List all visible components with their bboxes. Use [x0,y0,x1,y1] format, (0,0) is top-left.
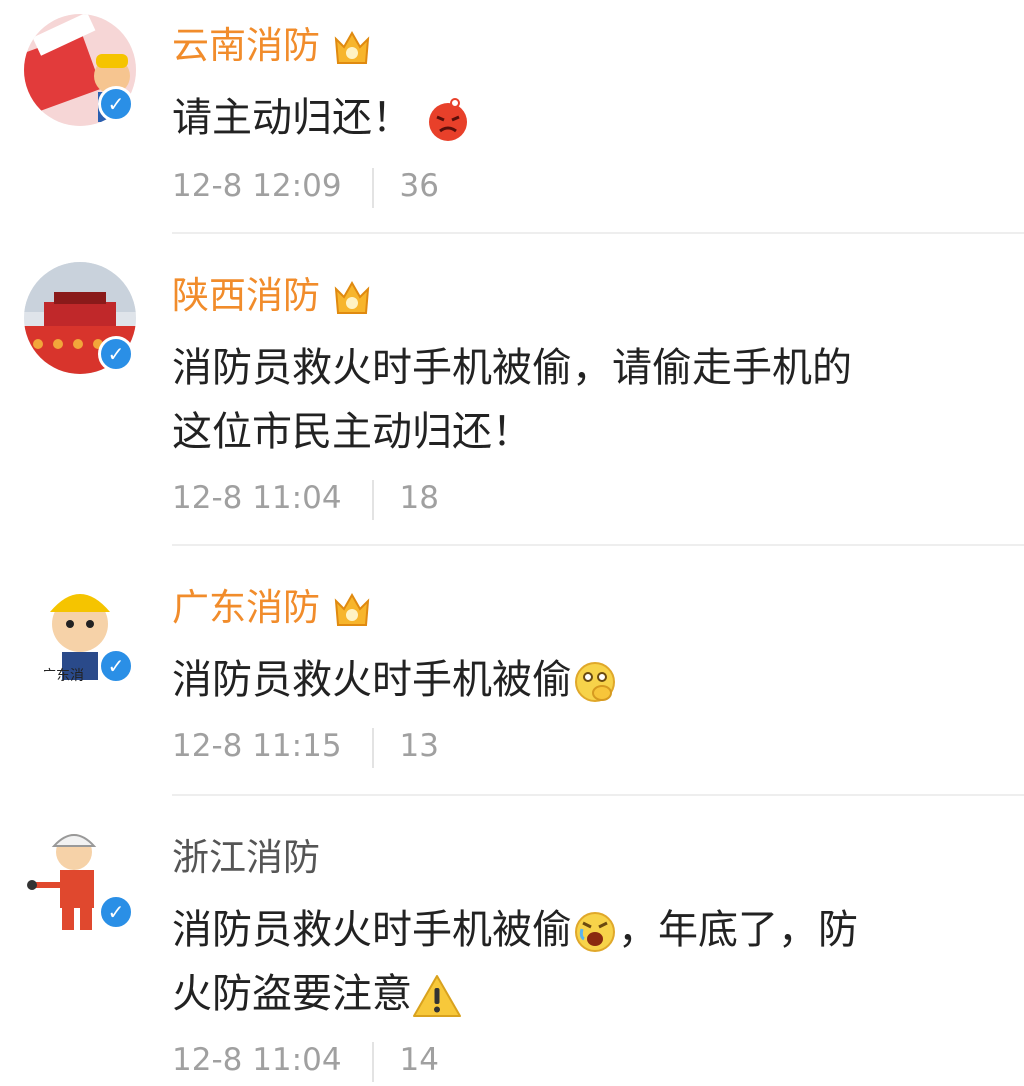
verified-badge-icon: ✓ [98,648,134,684]
comment-time: 12-8 11:04 [172,1042,342,1078]
comment-meta: 12-8 11:15 13 [172,726,439,768]
divider [371,167,374,208]
like-count[interactable]: 14 [400,1042,439,1078]
comment-time: 12-8 11:15 [172,728,342,764]
verified-badge-icon: ✓ [98,336,134,372]
like-count[interactable]: 36 [400,168,439,204]
comment-item: ✓ 浙江消防 消防员救火时手机被偷 ，年底了，防 火防盗要注意 12-8 11:… [0,796,1024,1086]
like-count[interactable]: 18 [400,480,439,516]
verified-badge-icon: ✓ [98,894,134,930]
comment-time: 12-8 11:04 [172,480,342,516]
username-text[interactable]: 陕西消防 [172,274,320,317]
comment-meta: 12-8 12:09 36 [172,166,439,208]
username[interactable]: 浙江消防 [172,836,320,880]
crown-badge-icon [334,30,370,64]
username[interactable]: 陕西消防 [172,274,372,318]
username-text[interactable]: 浙江消防 [172,836,320,879]
warning-icon [413,975,461,1017]
comment-text: 消防员救火时手机被偷 [172,648,972,712]
username[interactable]: 云南消防 [172,24,372,68]
username[interactable]: 广东消防 [172,586,372,630]
comment-item: ✓ 云南消防 请主动归还！ 12-8 12:09 36 [0,0,1024,234]
like-count[interactable]: 13 [400,728,439,764]
verified-badge-icon: ✓ [98,86,134,122]
username-text[interactable]: 广东消防 [172,586,320,629]
comment-text: 消防员救火时手机被偷 ，年底了，防 火防盗要注意 [172,907,858,1017]
username-text[interactable]: 云南消防 [172,24,320,67]
comment-time: 12-8 12:09 [172,168,342,204]
comment-text: 消防员救火时手机被偷，请偷走手机的 这位市民主动归还！ [172,345,852,455]
angry-red-face-icon [428,98,467,141]
crown-badge-icon [334,592,370,626]
crying-shouting-face-icon [575,912,615,952]
divider [371,1041,374,1082]
thinking-face-icon [575,662,615,702]
comment-text: 请主动归还！ [172,86,972,150]
comment-meta: 12-8 11:04 14 [172,1040,439,1082]
divider [371,479,374,520]
comment-item: ✓ 陕西消防 消防员救火时手机被偷，请偷走手机的 这位市民主动归还！ 12-8 … [0,234,1024,546]
comment-meta: 12-8 11:04 18 [172,478,439,520]
svg-text:广东消: 广东消 [42,667,84,683]
comment-item: 广东消 ✓ 广东消防 消防员救火时手机被偷 12-8 11:15 13 [0,546,1024,796]
divider [371,727,374,768]
crown-badge-icon [334,280,370,314]
